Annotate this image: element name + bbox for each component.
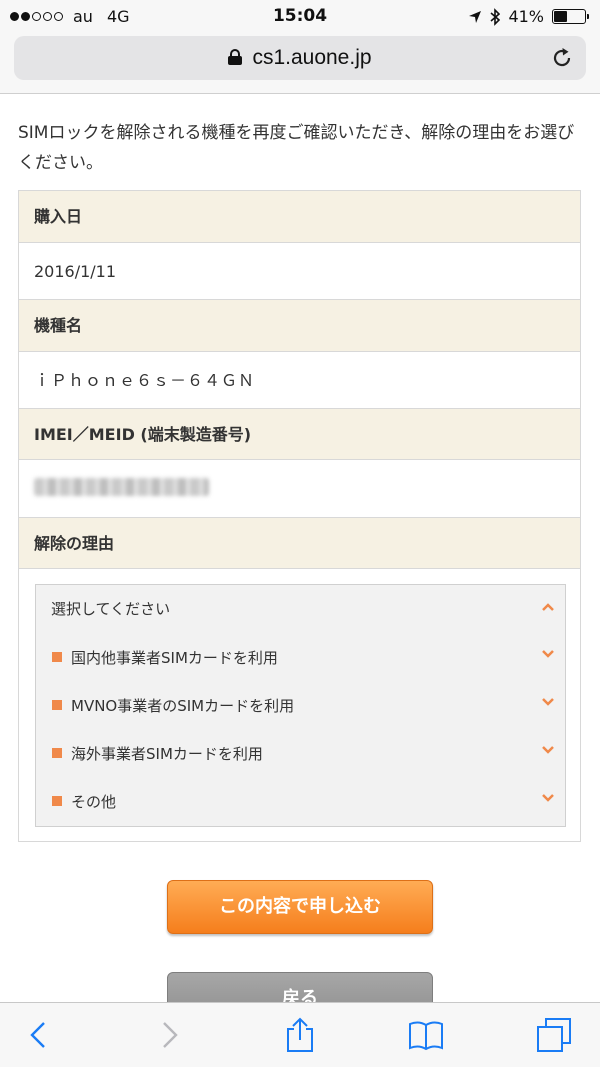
reason-option-label: 海外事業者SIMカードを利用 <box>71 745 263 763</box>
intro-text: SIMロックを解除される機種を再度ご確認いただき、解除の理由をお選びください。 <box>18 123 575 173</box>
bullet-square-icon <box>52 652 62 662</box>
battery-icon <box>552 9 589 24</box>
location-arrow-icon <box>469 10 482 23</box>
bullet-square-icon <box>52 748 62 758</box>
confirmation-form: 購入日 2016/1/11 機種名 ｉＰｈｏｎｅ６ｓ－６４ＧＮ IMEI／MEI… <box>18 190 581 842</box>
chevron-up-icon <box>542 603 554 611</box>
imei-value <box>19 460 580 518</box>
purchase-date-header: 購入日 <box>19 191 580 243</box>
chevron-down-icon <box>542 794 554 802</box>
imei-header: IMEI／MEID (端末製造番号) <box>19 409 580 460</box>
bluetooth-icon <box>490 7 501 26</box>
browser-toolbar <box>0 1002 600 1067</box>
reason-header: 解除の理由 <box>19 518 580 569</box>
reason-option-mvno[interactable]: MVNO事業者のSIMカードを利用 <box>36 681 565 729</box>
reason-option-label: その他 <box>71 793 117 811</box>
battery-fill <box>554 11 568 22</box>
share-icon[interactable] <box>282 1017 318 1053</box>
model-value: ｉＰｈｏｎｅ６ｓ－６４ＧＮ <box>19 352 580 409</box>
bullet-square-icon <box>52 700 62 710</box>
redacted-imei <box>34 478 209 496</box>
address-bar[interactable]: cs1.auone.jp <box>14 36 586 80</box>
chevron-down-icon <box>542 698 554 706</box>
battery-percent: 41% <box>508 7 544 26</box>
chevron-down-icon <box>542 746 554 754</box>
status-bar: au 4G 15:04 41% <box>0 0 600 34</box>
reason-option-other[interactable]: その他 <box>36 777 565 825</box>
tabs-icon[interactable] <box>536 1017 572 1053</box>
reason-select-placeholder: 選択してください <box>51 600 171 618</box>
reason-option-label: 国内他事業者SIMカードを利用 <box>71 649 278 667</box>
purchase-date-value: 2016/1/11 <box>19 243 580 300</box>
forward-arrow-icon[interactable] <box>152 1017 188 1053</box>
chevron-down-icon <box>542 650 554 658</box>
reload-icon[interactable] <box>550 46 574 70</box>
status-right: 41% <box>468 7 589 26</box>
reason-option-domestic[interactable]: 国内他事業者SIMカードを利用 <box>36 633 565 681</box>
reason-select[interactable]: 選択してください 国内他事業者SIMカードを利用 MVNO事業者のSIMカードを… <box>35 584 566 827</box>
lock-icon <box>228 49 243 65</box>
back-arrow-icon[interactable] <box>20 1017 56 1053</box>
apply-button[interactable]: この内容で申し込む <box>167 880 433 934</box>
reason-option-label: MVNO事業者のSIMカードを利用 <box>71 697 295 715</box>
model-header: 機種名 <box>19 300 580 352</box>
bullet-square-icon <box>52 796 62 806</box>
address-text-wrap: cs1.auone.jp <box>14 46 586 70</box>
url-text: cs1.auone.jp <box>252 46 372 69</box>
browser-address-area: cs1.auone.jp <box>0 34 600 94</box>
reason-select-header[interactable]: 選択してください <box>36 585 565 629</box>
reason-option-overseas[interactable]: 海外事業者SIMカードを利用 <box>36 729 565 777</box>
bookmarks-icon[interactable] <box>408 1017 444 1053</box>
